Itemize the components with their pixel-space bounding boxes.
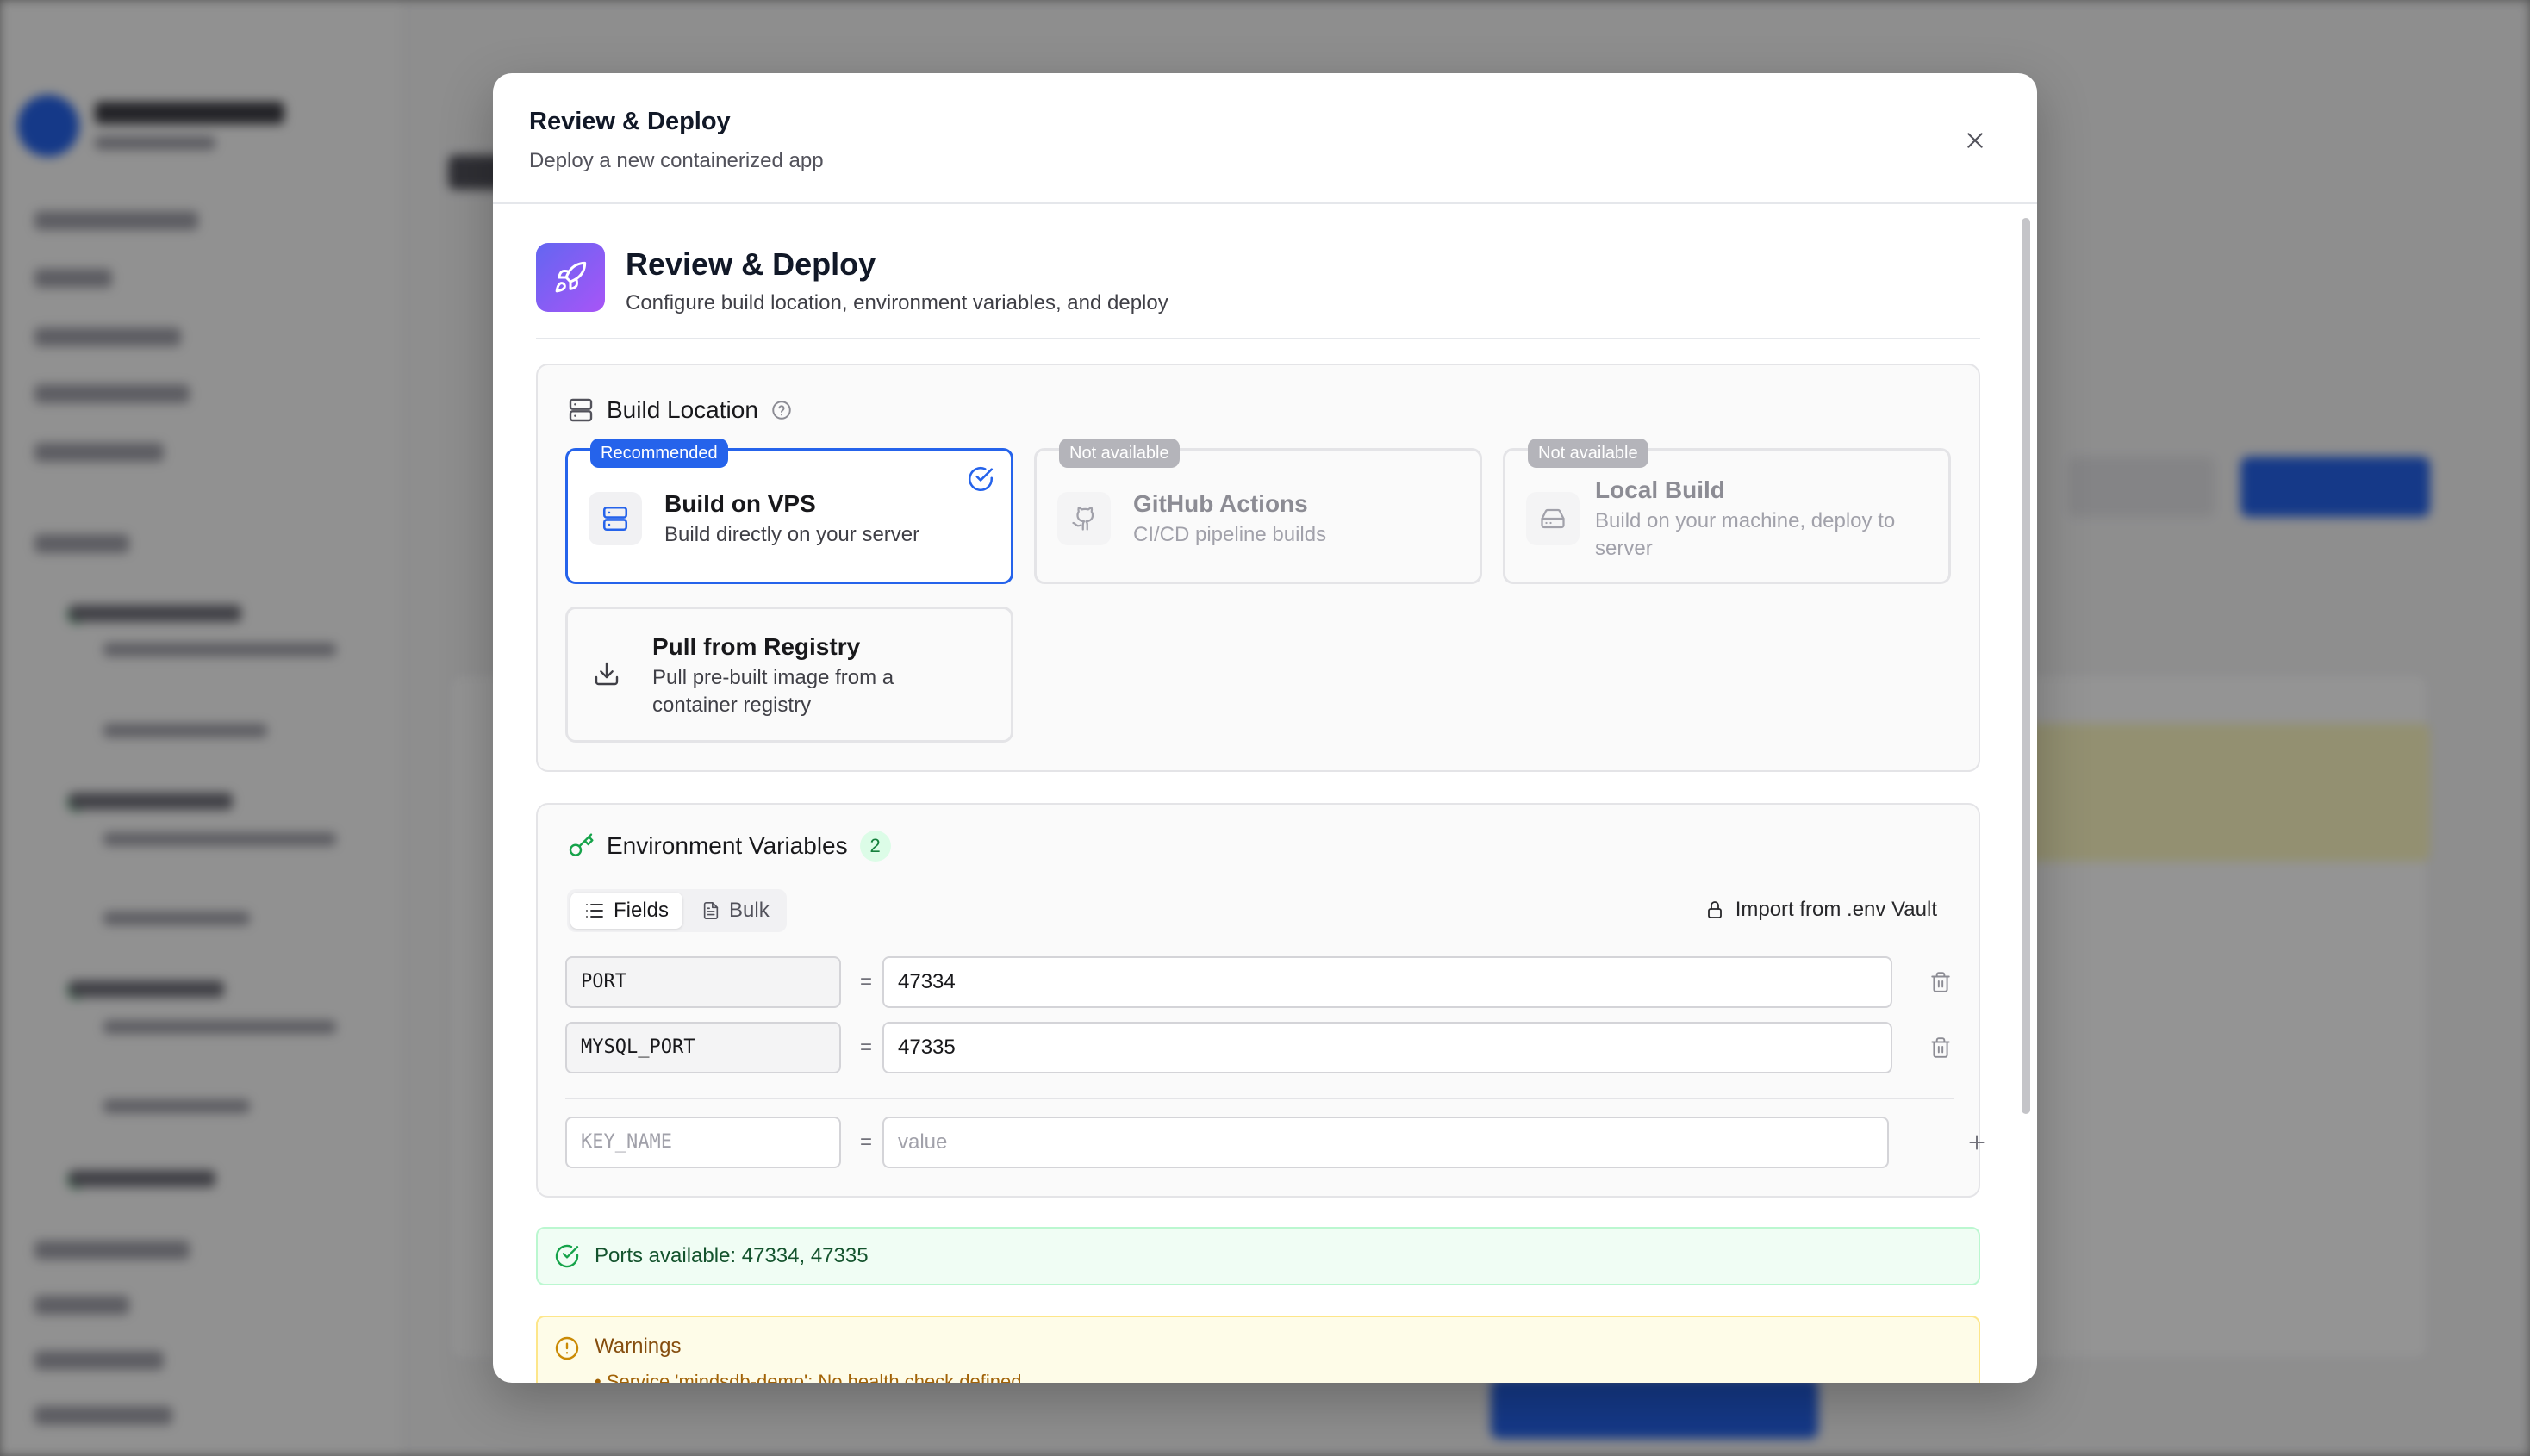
step-title: Review & Deploy [626,246,876,282]
env-divider [565,1098,1954,1099]
download-icon [580,647,633,700]
equals-sign: = [859,1130,872,1154]
build-option-title: GitHub Actions [1133,490,1308,517]
recommended-badge: Recommended [590,439,728,468]
check-circle-icon [555,1244,579,1268]
new-value-input[interactable]: value [882,1117,1889,1168]
dialog-header: Review & Deploy Deploy a new containeriz… [493,73,2037,204]
add-row-button[interactable] [1960,1125,1994,1160]
env-count-badge: 2 [859,831,891,862]
env-value-input[interactable]: 47335 [882,1022,1892,1073]
warnings-title: Warnings [595,1335,682,1358]
dialog-body: Review & Deploy Configure build location… [493,206,2037,1383]
environment-variables-section: Environment Variables 2 Fields Bulk Impo… [536,803,1985,1198]
review-deploy-dialog: Review & Deploy Deploy a new containeriz… [493,73,2037,1383]
trash-icon [1931,1037,1950,1058]
build-option-description: Build directly on your server [664,523,920,546]
equals-sign: = [859,970,872,993]
build-option-vps[interactable]: Recommended Build on VPS Build directly … [565,439,1013,584]
rocket-icon [536,243,605,312]
step-subtitle: Configure build location, environment va… [626,291,1168,314]
help-circle-icon[interactable] [770,399,793,421]
delete-row-button[interactable] [1923,1030,1958,1065]
build-option-registry[interactable]: Pull from Registry Pull pre-built image … [565,607,1013,743]
not-available-badge: Not available [1528,439,1648,468]
build-option-description: Pull pre-built image from a container re… [652,666,894,717]
ports-available-banner: Ports available: 47334, 47335 [536,1227,1980,1285]
warning-item: • Service 'mindsdb-demo': No health chec… [595,1371,1022,1383]
not-available-badge: Not available [1059,439,1180,468]
close-icon [1967,133,1983,148]
build-option-title: Local Build [1595,476,1725,503]
import-label: Import from .env Vault [1735,898,1937,921]
build-location-title: Build Location [607,396,758,423]
lock-icon [1707,901,1722,918]
build-option-github-actions: Not available GitHub Actions CI/CD pipel… [1034,439,1482,584]
check-circle-icon [968,466,994,492]
alert-circle-icon [555,1336,579,1360]
delete-row-button[interactable] [1923,965,1958,999]
ports-available-text: Ports available: 47334, 47335 [595,1244,869,1267]
dialog-title: Review & Deploy [529,108,731,135]
tab-fields[interactable]: Fields [570,893,683,929]
dialog-scrollbar[interactable] [2022,218,2030,1114]
build-location-section: Build Location Recommended Build on VPS … [536,364,1980,772]
server-icon [569,398,593,422]
close-button[interactable] [1956,121,1994,159]
build-option-description: CI/CD pipeline builds [1133,523,1327,546]
env-mode-tabs: Fields Bulk [567,889,787,932]
env-value-input[interactable]: 47334 [882,956,1892,1008]
new-key-input[interactable]: KEY_NAME [565,1117,841,1168]
build-option-description: Build on your machine, deploy to server [1595,509,1896,560]
github-icon [1057,492,1111,545]
equals-sign: = [859,1036,872,1059]
tab-label: Fields [614,899,670,922]
build-location-header: Build Location [567,396,793,424]
env-title: Environment Variables [607,832,848,859]
step-header: Review & Deploy Configure build location… [536,243,1980,339]
tab-label: Bulk [729,899,770,922]
dialog-subtitle: Deploy a new containerized app [529,149,824,172]
server-icon [589,492,642,545]
env-key-input[interactable]: MYSQL_PORT [565,1022,841,1073]
warnings-banner: Warnings • Service 'mindsdb-demo': No he… [536,1316,1980,1383]
env-key-input[interactable]: PORT [565,956,841,1008]
file-text-icon [703,902,719,919]
build-option-title: Build on VPS [664,490,816,517]
plus-icon [1969,1135,1985,1150]
build-option-local: Not available Local Build Build on your … [1503,439,1951,584]
key-icon [569,833,594,856]
build-option-title: Pull from Registry [652,633,861,660]
list-icon [586,904,603,918]
hard-drive-icon [1526,492,1580,545]
import-env-vault-button[interactable]: Import from .env Vault [1704,898,1937,922]
env-header: Environment Variables 2 [567,831,891,862]
trash-icon [1931,972,1950,992]
tab-bulk[interactable]: Bulk [688,893,783,929]
